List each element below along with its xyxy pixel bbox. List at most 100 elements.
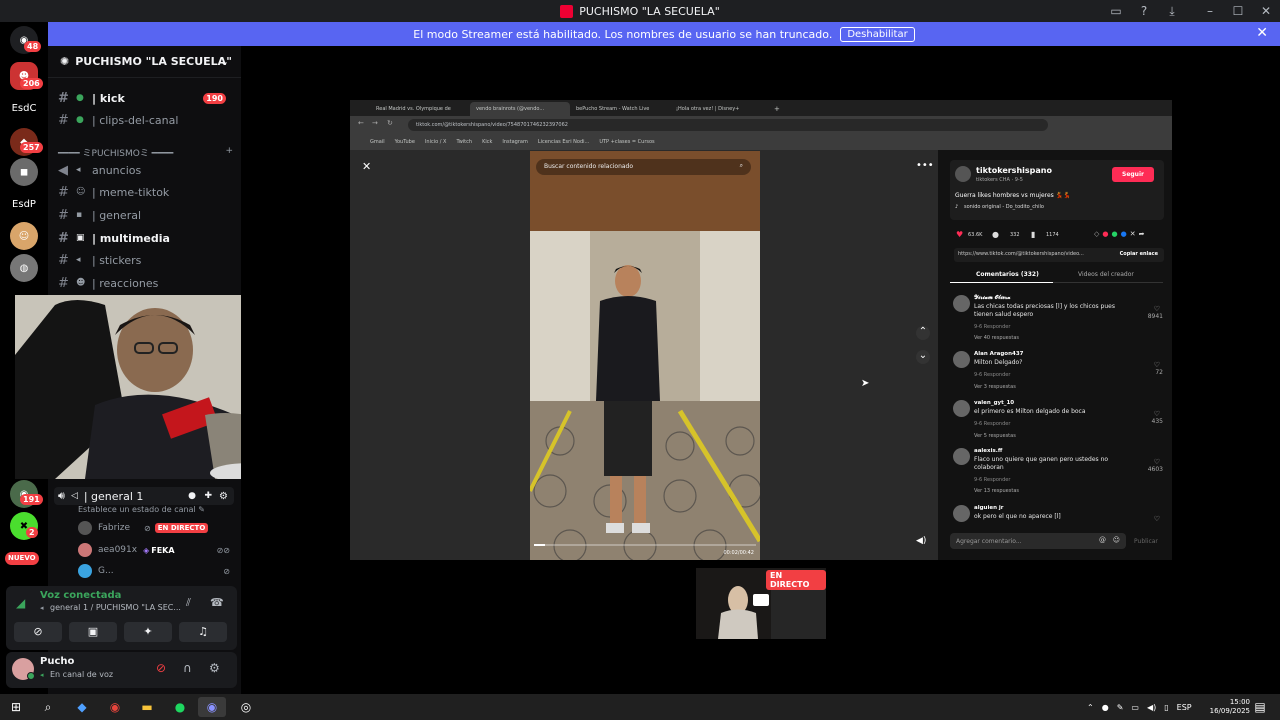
- chevron-up-icon[interactable]: ⌃: [1087, 703, 1094, 712]
- tiktok-video[interactable]: Buscar contenido relacionado ⌕ 00:02/00:…: [530, 151, 760, 560]
- notification-icon[interactable]: ▤: [1250, 697, 1270, 717]
- browser-tab[interactable]: Real Madrid vs. Olympique de: [370, 102, 470, 116]
- more-icon[interactable]: •••: [916, 160, 934, 171]
- windows-start-icon[interactable]: ⊞: [6, 697, 26, 717]
- channel-anuncios[interactable]: ◀ ◂ anuncios: [58, 160, 238, 180]
- channel-general[interactable]: # ▪ | general: [58, 205, 238, 225]
- comment-icon[interactable]: ●: [992, 230, 999, 239]
- browser-tab[interactable]: bePucho Stream - Watch Live: [570, 102, 670, 116]
- add-comment-input[interactable]: Agregar comentario... @ ☺: [950, 533, 1126, 549]
- tab-creator-videos[interactable]: Videos del creador: [1078, 271, 1134, 278]
- url-bar[interactable]: tiktok.com/@tiktokershispano/video/75487…: [408, 119, 1048, 131]
- spotify-icon[interactable]: ●: [170, 697, 190, 717]
- tab-comments[interactable]: Comentarios (332): [976, 271, 1039, 278]
- heart-icon[interactable]: ♥: [956, 230, 963, 239]
- avatar[interactable]: [953, 400, 970, 417]
- heart-outline-icon[interactable]: ♡: [1154, 410, 1160, 418]
- disable-streamer-button[interactable]: Deshabilitar: [840, 26, 915, 42]
- new-tab-icon[interactable]: +: [774, 105, 780, 113]
- channel-meme-tiktok[interactable]: # ☺ | meme-tiktok: [58, 182, 238, 202]
- view-replies[interactable]: Ver 3 respuestas: [974, 384, 1016, 390]
- voice-member[interactable]: aea091x ◈ FEKA ⊘⊘: [78, 542, 238, 558]
- back-icon[interactable]: ←: [358, 119, 364, 127]
- minimize-button[interactable]: –: [1196, 4, 1224, 18]
- soundboard-button[interactable]: ♫: [179, 622, 227, 642]
- download-icon[interactable]: ⤓: [1158, 4, 1186, 19]
- noise-suppression-icon[interactable]: ⫽: [186, 596, 191, 610]
- bookmark[interactable]: Inicio / X: [425, 139, 447, 145]
- mic-muted-icon[interactable]: ⊘: [156, 661, 166, 675]
- forward-icon[interactable]: →: [372, 119, 378, 127]
- voice-member[interactable]: Fabrize ⊘ EN DIRECTO: [78, 520, 238, 536]
- battery-icon[interactable]: ▯: [1164, 703, 1168, 712]
- search-icon[interactable]: ⌕: [38, 697, 58, 717]
- gear-icon[interactable]: ⚙: [209, 661, 220, 675]
- bookmark[interactable]: Instagram: [502, 139, 527, 145]
- copilot-icon[interactable]: ◆: [72, 697, 92, 717]
- language-indicator[interactable]: ESP: [1177, 703, 1192, 712]
- video-link[interactable]: https://www.tiktok.com/@tiktokershispano…: [958, 251, 1084, 257]
- chat-icon[interactable]: ●: [188, 491, 196, 501]
- network-icon[interactable]: ▭: [1131, 703, 1139, 712]
- inbox-icon[interactable]: ▭: [1102, 4, 1130, 18]
- disconnect-icon[interactable]: ☎: [210, 596, 224, 609]
- voice-member[interactable]: G... ⊘: [78, 563, 238, 579]
- voice-channel-general[interactable]: 🔊︎ ◁ | general 1 ● ✚ ⚙: [54, 487, 234, 505]
- comment-user[interactable]: 𝓨𝓲𝓻𝓲𝓪𝓶 𝓞𝓵𝓲𝓮𝓻𝓪: [974, 295, 1010, 302]
- category-header[interactable]: ━━━━ ミPUCHISMOミ ━━━━ +: [58, 146, 233, 159]
- bookmark-icon[interactable]: ▮: [1031, 230, 1035, 239]
- server-icon[interactable]: ☺: [10, 222, 38, 250]
- close-icon[interactable]: ✕: [362, 160, 371, 173]
- avatar[interactable]: [953, 351, 970, 368]
- clock[interactable]: 15:00 16/09/2025: [1210, 698, 1250, 716]
- heart-outline-icon[interactable]: ♡: [1154, 305, 1160, 313]
- author-handle[interactable]: tiktokershispano: [976, 166, 1052, 175]
- publish-button[interactable]: Publicar: [1134, 538, 1158, 545]
- discord-icon[interactable]: ◉: [198, 697, 226, 717]
- browser-tab[interactable]: ¡Hola otra vez! | Disney+: [670, 102, 770, 116]
- add-user-icon[interactable]: ✚: [204, 491, 212, 501]
- view-replies[interactable]: Ver 5 respuestas: [974, 433, 1016, 439]
- bookmark[interactable]: YouTube: [395, 139, 415, 145]
- bookmark[interactable]: Gmail: [370, 139, 385, 145]
- avatar[interactable]: [953, 505, 970, 522]
- gear-icon[interactable]: ⚙: [219, 491, 228, 502]
- copy-link-button[interactable]: Copiar enlace: [1120, 251, 1158, 257]
- reload-icon[interactable]: ↻: [387, 119, 393, 127]
- comment-user[interactable]: Alan Aragon437: [974, 351, 1023, 357]
- screen-share-button[interactable]: ▣: [69, 622, 117, 642]
- chevron-up-icon[interactable]: ⌃: [916, 326, 930, 340]
- channel-kick[interactable]: # ● | kick 190: [58, 88, 238, 108]
- pen-icon[interactable]: ✎: [1117, 703, 1124, 712]
- server-icon[interactable]: ◼: [10, 158, 38, 186]
- close-icon[interactable]: ✕: [1256, 25, 1268, 41]
- channel-stickers[interactable]: # ◂ | stickers: [58, 250, 238, 270]
- plus-icon[interactable]: +: [225, 146, 233, 159]
- comment-user[interactable]: aalexis.ff: [974, 448, 1002, 454]
- avatar[interactable]: [953, 448, 970, 465]
- avatar[interactable]: [953, 295, 970, 312]
- volume-icon[interactable]: ◀): [1147, 703, 1156, 712]
- mic-icon[interactable]: ●: [1102, 703, 1109, 712]
- comment-user[interactable]: alguien jr: [974, 505, 1004, 511]
- follow-button[interactable]: Seguir: [1112, 167, 1154, 182]
- heart-outline-icon[interactable]: ♡: [1154, 458, 1160, 466]
- headphones-icon[interactable]: ∩: [183, 661, 192, 675]
- chevron-down-icon[interactable]: ⌄: [916, 350, 930, 364]
- share-icons[interactable]: ◇●●●✕➦: [1094, 230, 1147, 238]
- obs-icon[interactable]: ◎: [236, 697, 256, 717]
- channel-status-input[interactable]: Establece un estado de canal ✎: [78, 505, 205, 514]
- camera-off-button[interactable]: ⊘: [14, 622, 62, 642]
- comment-meta[interactable]: 9-6 Responder: [974, 421, 1010, 427]
- comment-meta[interactable]: 9-6 Responder: [974, 324, 1010, 330]
- bookmark[interactable]: Twitch: [456, 139, 472, 145]
- activities-button[interactable]: ✦: [124, 622, 172, 642]
- file-explorer-icon[interactable]: ▬: [137, 697, 157, 717]
- comment-user[interactable]: valen_gyt_10: [974, 400, 1014, 406]
- at-icon[interactable]: @: [1099, 536, 1106, 544]
- help-icon[interactable]: ?: [1130, 4, 1158, 18]
- browser-tab-active[interactable]: vendo brainrots (@vendo...: [470, 102, 570, 116]
- volume-icon[interactable]: ◀): [916, 536, 926, 546]
- emoji-icon[interactable]: ☺: [1113, 536, 1120, 544]
- avatar[interactable]: [955, 166, 971, 182]
